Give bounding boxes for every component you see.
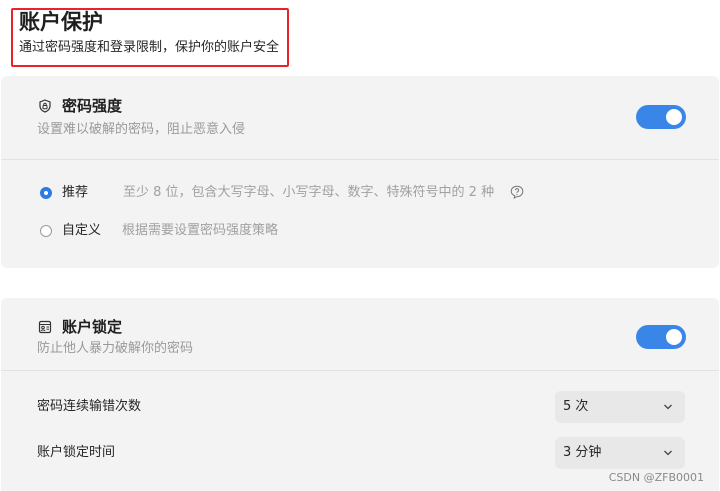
option-custom-description: 根据需要设置密码强度策略 [122,223,279,238]
toggle-knob [666,329,682,345]
password-strength-toggle[interactable] [636,105,686,129]
account-lock-description: 防止他人暴力破解你的密码 [37,341,194,356]
divider [1,159,719,160]
chevron-down-icon [664,450,672,456]
lock-duration-label: 账户锁定时间 [37,445,116,460]
max-attempts-label: 密码连续输错次数 [37,399,142,414]
option-recommended-description: 至少 8 位，包含大写字母、小写字母、数字、特殊符号中的 2 种 [123,185,495,200]
divider [1,370,719,371]
password-strength-card: 密码强度 设置难以破解的密码，阻止恶意入侵 推荐 至少 8 位，包含大写字母、小… [1,76,719,268]
help-icon[interactable] [510,185,524,199]
option-recommended-label[interactable]: 推荐 [62,184,88,202]
page-subtitle: 通过密码强度和登录限制，保护你的账户安全 [19,40,280,55]
max-attempts-value: 5 次 [563,399,589,414]
lock-duration-select[interactable]: 3 分钟 [555,437,685,469]
max-attempts-select[interactable]: 5 次 [555,391,685,423]
radio-custom[interactable] [40,225,52,237]
account-lock-card: 账户锁定 防止他人暴力破解你的密码 密码连续输错次数 5 次 账户锁定时间 3 … [1,298,719,491]
account-lock-title: 账户锁定 [62,318,123,336]
lock-duration-value: 3 分钟 [563,445,602,460]
page-title: 账户保护 [19,10,103,34]
shield-lock-icon [39,99,51,113]
watermark: CSDN @ZFB0001 [608,471,704,484]
toggle-knob [666,109,682,125]
option-custom-label[interactable]: 自定义 [62,222,101,240]
account-card-icon [38,320,52,334]
chevron-down-icon [664,404,672,410]
account-lock-toggle[interactable] [636,325,686,349]
radio-recommended[interactable] [40,187,52,199]
password-strength-description: 设置难以破解的密码，阻止恶意入侵 [37,122,246,137]
password-strength-title: 密码强度 [62,97,123,115]
